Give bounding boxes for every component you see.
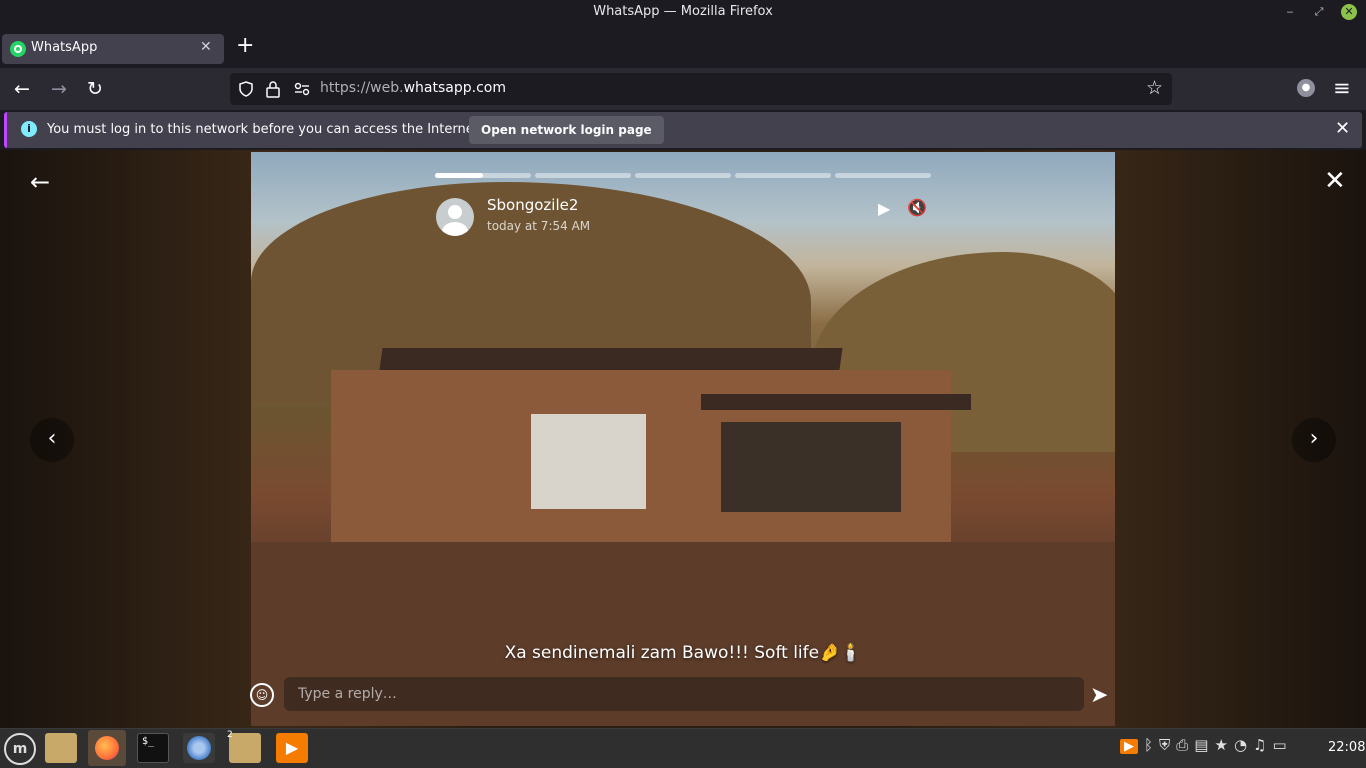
clipboard-icon[interactable]: ▭ (1272, 736, 1286, 754)
new-tab-button[interactable]: + (236, 33, 254, 58)
tab-close-button[interactable]: ✕ (200, 39, 212, 55)
open-login-page-button[interactable]: Open network login page (469, 116, 664, 144)
whatsapp-icon (10, 41, 26, 57)
status-timestamp: today at 7:54 AM (487, 219, 591, 233)
url-bar[interactable]: https://web.whatsapp.com ☆ (230, 73, 1172, 105)
chromium-icon[interactable] (183, 733, 215, 763)
photo-roof (379, 348, 843, 370)
files-icon[interactable] (45, 733, 77, 763)
url-text[interactable]: https://web.whatsapp.com (320, 80, 506, 96)
previous-status-button[interactable]: ‹ (30, 418, 74, 462)
clock[interactable]: 22:08 (1328, 740, 1365, 755)
shield-icon[interactable]: ⛨ (1159, 736, 1170, 754)
status-progress-bar (435, 173, 931, 178)
status-photo (251, 152, 1115, 726)
notification-close-button[interactable]: ✕ (1335, 118, 1350, 139)
photo-window (531, 414, 646, 509)
reply-box[interactable] (284, 677, 1084, 711)
hamburger-menu-icon[interactable]: ≡ (1333, 76, 1351, 100)
progress-segment (535, 173, 631, 178)
progress-segment-fill (435, 173, 483, 178)
captive-portal-notification: i You must log in to this network before… (4, 112, 1362, 148)
forward-button[interactable]: → (51, 78, 67, 100)
progress-segment (735, 173, 831, 178)
start-menu-icon[interactable]: m (4, 733, 36, 765)
mute-icon[interactable]: 🔇 (907, 198, 927, 217)
next-status-button[interactable]: › (1292, 418, 1336, 462)
window-titlebar: WhatsApp — Mozilla Firefox (0, 0, 1366, 24)
status-author[interactable]: Sbongozile2 (487, 196, 578, 214)
avatar[interactable] (436, 198, 474, 236)
send-icon[interactable]: ➤ (1090, 683, 1108, 708)
progress-segment (435, 173, 531, 178)
status-close-button[interactable]: ✕ (1324, 166, 1346, 196)
status-caption: Xa sendinemali zam Bawo!!! Soft life🤌🕯️ (504, 643, 862, 663)
bluetooth-icon[interactable]: ᛒ (1144, 736, 1153, 754)
bookmark-star-icon[interactable]: ☆ (1146, 77, 1163, 99)
notification-message: You must log in to this network before y… (47, 122, 483, 137)
info-icon: i (21, 121, 37, 137)
status-back-button[interactable]: ← (30, 168, 50, 196)
terminal-icon[interactable]: $_ (137, 733, 169, 763)
notes-icon[interactable]: ▤ (1194, 736, 1208, 754)
progress-segment (835, 173, 931, 178)
play-icon[interactable]: ▶ (878, 199, 890, 218)
account-icon[interactable]: ● (1297, 79, 1315, 97)
window-title: WhatsApp — Mozilla Firefox (593, 4, 773, 19)
tab-whatsapp[interactable]: WhatsApp ✕ (2, 34, 224, 64)
maximize-button[interactable]: ⤢ (1311, 4, 1327, 20)
star-icon[interactable]: ★ (1214, 736, 1227, 754)
emoji-icon[interactable]: ☺ (250, 683, 274, 707)
files-window-icon[interactable] (229, 733, 261, 763)
tab-label: WhatsApp (31, 40, 98, 55)
reload-button[interactable]: ↻ (87, 78, 103, 100)
firefox-icon[interactable] (88, 730, 126, 766)
window-close-button[interactable]: ✕ (1341, 4, 1357, 20)
reply-input[interactable] (298, 683, 1058, 705)
url-scheme: https://web. (320, 80, 404, 96)
photo-roof (701, 394, 971, 410)
system-tray: ▶ ᛒ ⛨ ⎙ ▤ ★ ◔ ♫ ▭ (1120, 736, 1293, 760)
tracking-shield-icon[interactable] (238, 81, 254, 97)
lock-icon[interactable] (266, 80, 280, 98)
printer-icon[interactable]: ⎙ (1176, 736, 1188, 754)
music-icon[interactable]: ♫ (1253, 736, 1266, 754)
progress-segment (635, 173, 731, 178)
url-host: whatsapp.com (403, 80, 506, 96)
permissions-icon[interactable] (294, 82, 310, 96)
wifi-icon[interactable]: ◔ (1234, 736, 1247, 754)
photo-window (721, 422, 901, 512)
vlc-tray-icon[interactable]: ▶ (1120, 739, 1138, 754)
minimize-button[interactable]: ‒ (1282, 4, 1298, 20)
window-count-badge: 2 (227, 730, 233, 740)
vlc-icon[interactable]: ▶ (276, 733, 308, 763)
back-button[interactable]: ← (14, 78, 30, 100)
